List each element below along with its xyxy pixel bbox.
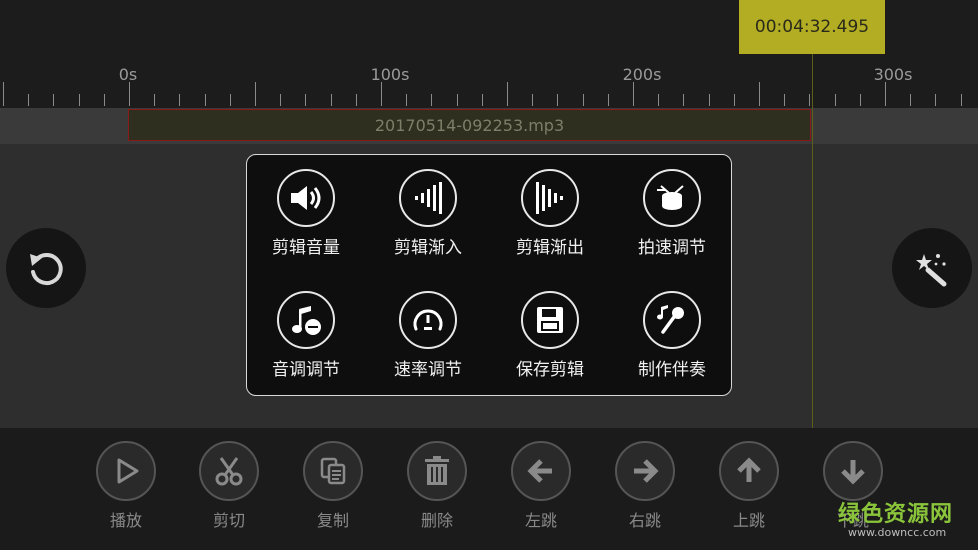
jump-up-button[interactable]: 上跳 bbox=[709, 441, 789, 541]
tool-label: 右跳 bbox=[628, 511, 661, 530]
menu-item-label: 速率调节 bbox=[394, 360, 462, 380]
menu-item-save[interactable]: 保存剪辑 bbox=[495, 291, 605, 391]
clip-filename: 20170514-092253.mp3 bbox=[374, 115, 565, 135]
play-button[interactable]: 播放 bbox=[86, 441, 166, 541]
undo-icon bbox=[30, 253, 63, 286]
tool-label: 剪切 bbox=[212, 511, 245, 530]
menu-item-label: 剪辑渐出 bbox=[516, 238, 584, 258]
copy-button[interactable]: 复制 bbox=[293, 441, 373, 541]
menu-item-volume[interactable]: 剪辑音量 bbox=[251, 169, 361, 269]
jump-left-button[interactable]: 左跳 bbox=[501, 441, 581, 541]
menu-item-label: 音调调节 bbox=[272, 360, 340, 380]
undo-button[interactable] bbox=[6, 228, 86, 308]
play-icon bbox=[96, 441, 156, 501]
menu-item-accompaniment[interactable]: 制作伴奏 bbox=[617, 291, 727, 391]
menu-item-label: 保存剪辑 bbox=[516, 360, 584, 380]
ruler-label-200: 200s bbox=[623, 65, 662, 84]
jump-right-button[interactable]: 右跳 bbox=[605, 441, 685, 541]
fade-out-icon bbox=[521, 169, 579, 227]
drum-icon bbox=[643, 169, 701, 227]
speedometer-icon bbox=[399, 291, 457, 349]
arrow-up-icon bbox=[719, 441, 779, 501]
magic-wand-button[interactable] bbox=[892, 228, 972, 308]
ruler-label-100: 100s bbox=[371, 65, 410, 84]
timecode-display: 00:04:32.495 bbox=[739, 0, 885, 54]
trash-icon bbox=[407, 441, 467, 501]
tool-label: 播放 bbox=[109, 511, 142, 530]
tool-label: 删除 bbox=[420, 511, 453, 530]
arrow-down-icon bbox=[823, 441, 883, 501]
pitch-icon bbox=[277, 291, 335, 349]
volume-icon bbox=[277, 169, 335, 227]
copy-icon bbox=[303, 441, 363, 501]
arrow-left-icon bbox=[511, 441, 571, 501]
ruler-ticks: 0s 100s 200s 300s bbox=[3, 65, 962, 106]
menu-item-label: 剪辑渐入 bbox=[394, 238, 462, 258]
menu-item-speed[interactable]: 速率调节 bbox=[373, 291, 483, 391]
menu-item-label: 剪辑音量 bbox=[272, 238, 340, 258]
fade-in-icon bbox=[399, 169, 457, 227]
scissors-icon bbox=[199, 441, 259, 501]
delete-button[interactable]: 删除 bbox=[397, 441, 477, 541]
menu-item-fade-out[interactable]: 剪辑渐出 bbox=[495, 169, 605, 269]
tool-label: 左跳 bbox=[524, 511, 557, 530]
menu-item-label: 制作伴奏 bbox=[638, 360, 706, 380]
playhead-line[interactable] bbox=[812, 54, 813, 428]
tool-label: 上跳 bbox=[732, 511, 765, 530]
timeline-ruler[interactable]: 0s 100s 200s 300s bbox=[0, 62, 978, 108]
watermark: 绿色资源网 www.downcc.com bbox=[838, 496, 968, 546]
save-icon bbox=[521, 291, 579, 349]
menu-item-label: 拍速调节 bbox=[638, 238, 706, 258]
edit-menu-popup: 剪辑音量 剪辑渐入 剪辑渐出 拍速调节 音调调节 速率调节 保存剪辑 制作伴奏 bbox=[246, 154, 732, 396]
tool-label: 复制 bbox=[316, 511, 349, 530]
cut-button[interactable]: 剪切 bbox=[189, 441, 269, 541]
watermark-title: 绿色资源网 bbox=[838, 502, 954, 527]
ruler-label-0: 0s bbox=[119, 65, 138, 84]
magic-wand-icon bbox=[916, 254, 947, 287]
arrow-right-icon bbox=[615, 441, 675, 501]
microphone-icon bbox=[643, 291, 701, 349]
menu-item-tempo[interactable]: 拍速调节 bbox=[617, 169, 727, 269]
audio-clip[interactable]: 20170514-092253.mp3 bbox=[128, 109, 811, 141]
menu-item-fade-in[interactable]: 剪辑渐入 bbox=[373, 169, 483, 269]
menu-item-pitch[interactable]: 音调调节 bbox=[251, 291, 361, 391]
ruler-label-300: 300s bbox=[874, 65, 913, 84]
